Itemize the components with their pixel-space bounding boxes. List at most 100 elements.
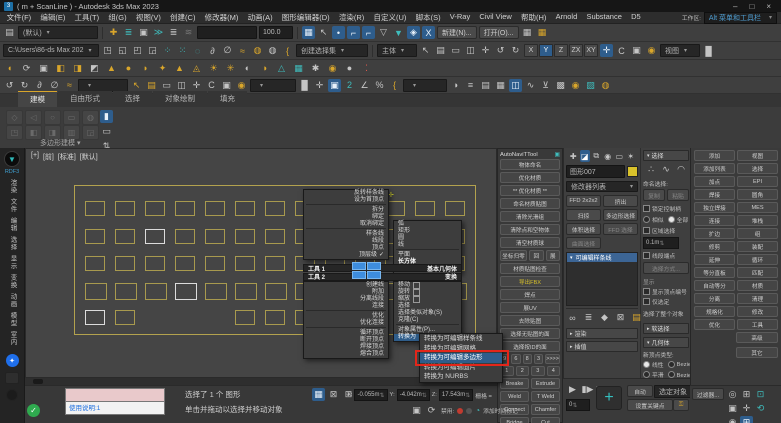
panel-button-扩边[interactable]: 扩边 — [694, 228, 735, 239]
menu-7[interactable]: 动画(A) — [243, 12, 277, 23]
layer-filter-icon[interactable]: ≋ — [182, 26, 195, 39]
spot-light-icon[interactable]: ▲ — [173, 62, 186, 75]
panel-button-工具[interactable]: 工具 — [737, 319, 778, 330]
panel-button-装配[interactable]: 装配 — [737, 241, 778, 252]
picker-icon[interactable]: ↖ — [317, 26, 330, 39]
window-rectangle[interactable] — [265, 201, 285, 216]
preview-icon[interactable]: ▭ — [100, 125, 113, 138]
window-rectangle[interactable] — [115, 229, 135, 244]
window-rectangle[interactable] — [175, 201, 195, 216]
new-button[interactable]: 新建(N)... — [437, 26, 477, 39]
menu-item-平面[interactable]: 平面 — [394, 252, 461, 259]
selected-only-checkbox[interactable] — [643, 298, 650, 305]
menu-item-创建线[interactable]: 创建线 — [304, 282, 388, 289]
motion-tab-icon[interactable]: ◉ — [603, 150, 614, 162]
add-time-tag[interactable]: 添加时间标记 — [483, 406, 518, 415]
window-rectangle[interactable] — [205, 256, 225, 271]
layer-manager-icon[interactable]: ≣ — [122, 26, 135, 39]
selection-filter-dropdown[interactable] — [78, 78, 128, 92]
favorites-alt-icon[interactable]: ◍ — [266, 44, 279, 57]
menu-item-取消绑定[interactable]: 取消绑定 — [304, 221, 388, 228]
burst-icon[interactable]: ✱ — [309, 62, 322, 75]
maximize-button[interactable]: □ — [749, 2, 754, 11]
snaps-25d-icon[interactable]: 2 — [343, 79, 356, 92]
axis-constraint-X[interactable]: X — [524, 44, 538, 57]
panel-button-清理[interactable]: 清理 — [737, 293, 778, 304]
set-key-button[interactable]: 设置关键点 — [627, 399, 673, 411]
menu-item-反转样条线[interactable]: 反转样条线 — [304, 190, 388, 197]
curve-editor-icon[interactable]: ∿ — [524, 79, 537, 92]
window-rectangle[interactable] — [235, 256, 255, 271]
area-threshold-spinner[interactable]: 0.1m ⇅ — [643, 237, 679, 249]
small-button-坐标归零[interactable]: 坐标归零 — [500, 250, 527, 261]
remove-modifier-icon[interactable]: ⊠ — [614, 311, 627, 324]
all-radio[interactable] — [667, 216, 675, 223]
hierarchy-tab-icon[interactable]: ⧉ — [591, 150, 602, 162]
x-coordinate-field[interactable]: -0.055m ⇅ — [354, 389, 388, 401]
dope-sheet-icon[interactable]: ⊻ — [539, 79, 552, 92]
show-end-result-icon[interactable]: ≣ — [582, 311, 595, 324]
menu-2[interactable]: 工具(T) — [70, 12, 104, 23]
window-crossing-icon[interactable]: ◫ — [464, 44, 477, 57]
sun-light-icon[interactable]: ☀ — [207, 62, 220, 75]
tool-button-焊点[interactable]: 焊点 — [500, 289, 560, 300]
menu-item-转换为可编辑面片[interactable]: 转换为可编辑面片 — [420, 363, 502, 373]
window-rectangle[interactable] — [235, 283, 257, 300]
panel-button-焊接[interactable]: 焊接 — [694, 189, 735, 200]
panel-button-Bridge[interactable]: Bridge — [500, 417, 529, 423]
viewport-menu-general[interactable]: [+] — [31, 152, 39, 162]
rollout-geometry[interactable]: ▾ 几何体 — [643, 337, 689, 348]
object-name-field[interactable]: 图形007 — [566, 165, 625, 178]
menu-item-熔合顶点[interactable]: 熔合顶点 — [304, 351, 388, 358]
y-coordinate-field[interactable]: -4.042m ⇅ — [396, 389, 430, 401]
similar-radio[interactable] — [643, 216, 650, 223]
linear-radio[interactable] — [643, 361, 650, 368]
scene-explorer-toggle-icon[interactable]: ▤ — [3, 26, 16, 39]
layer-forward-icon[interactable]: ≫ — [152, 26, 165, 39]
panel-button-添加[interactable]: 添加 — [694, 150, 735, 161]
rectangular-region-icon[interactable]: ▭ — [449, 44, 462, 57]
modifier-button-挤出[interactable]: 挤出 — [603, 195, 638, 207]
menu-11[interactable]: 脚本(S) — [411, 12, 445, 23]
bezier-corner-radio[interactable] — [667, 371, 675, 378]
time-slider-knob[interactable] — [33, 379, 43, 384]
ambient-occlusion-icon[interactable]: ◑ — [258, 62, 271, 75]
menu-15[interactable]: Arnold — [551, 12, 582, 23]
select-object-icon[interactable]: ↖ — [419, 44, 432, 57]
rollout-rendering[interactable]: ▸ 渲染 — [566, 328, 638, 339]
star-icon[interactable]: ✦ — [156, 62, 169, 75]
rollout-interpolation[interactable]: ▸ 插值 — [566, 341, 638, 352]
area-selection-checkbox[interactable] — [643, 227, 650, 234]
menu-item-分离线段[interactable]: 分离线段 — [304, 296, 388, 303]
use-pivot-center-icon[interactable]: ▐▌ — [298, 79, 311, 92]
selection-lock-icon[interactable]: ⊠ — [327, 388, 340, 401]
panel-button-Extrude[interactable]: Extrude — [531, 378, 560, 389]
menu-item-附加[interactable]: 附加 — [304, 289, 388, 296]
window-rectangle[interactable] — [205, 229, 225, 244]
rotate-tool-icon[interactable]: C — [615, 44, 628, 57]
spacing-tool-icon[interactable]: ⁙ — [176, 44, 189, 57]
bezier-radio[interactable] — [667, 361, 675, 368]
close-button[interactable]: × — [766, 2, 771, 11]
asset-tracking-icon[interactable]: ◈ — [407, 26, 420, 39]
zoom-icon[interactable]: ◎ — [726, 388, 739, 401]
menu-item-优化连接[interactable]: 优化连接 — [304, 320, 388, 327]
auto-key-button[interactable]: 自动 — [627, 385, 653, 397]
selected-set-dropdown[interactable]: 选定对象 — [654, 385, 694, 398]
menu-item-克隆(C)[interactable]: 克隆(C) — [394, 317, 461, 324]
people-icon[interactable]: ◩ — [88, 62, 101, 75]
menu-item-断开顶点[interactable]: 断开顶点 — [304, 337, 388, 344]
edge-tool-icon[interactable]: ◁ — [25, 110, 42, 125]
sidebar-item-动画[interactable]: 动画 — [7, 291, 17, 310]
modifier-button-多边形选择[interactable]: 多边形选择 — [603, 209, 638, 221]
render-frame-icon[interactable]: ◍ — [599, 79, 612, 92]
modifier-button-体积选择[interactable]: 体积选择 — [566, 223, 601, 235]
sidebar-plugin-icon[interactable]: ✦ — [5, 354, 19, 367]
window-rectangle[interactable] — [445, 201, 465, 216]
panel-button-选择[interactable]: 选择 — [737, 163, 778, 174]
window-rectangle[interactable] — [265, 229, 285, 244]
panel-button-组[interactable]: 组 — [737, 228, 778, 239]
small-button-4[interactable]: 4 — [546, 366, 560, 376]
panel-button-修改[interactable]: 修改 — [737, 306, 778, 317]
panel-button-添加列表[interactable]: 添加列表 — [694, 163, 735, 174]
